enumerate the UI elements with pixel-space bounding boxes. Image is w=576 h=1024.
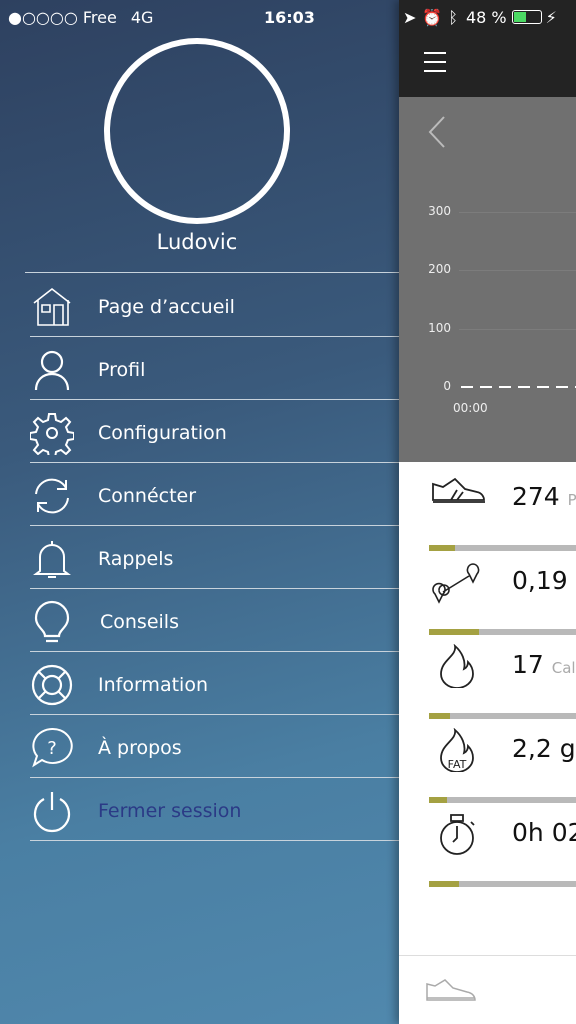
avatar[interactable] [104, 38, 290, 224]
menu-item-home[interactable]: Page d’accueil [0, 275, 399, 338]
bell-icon [33, 540, 71, 578]
main-panel: ➤ ⏰ ᛒ 48 % ⚡ 300 200 100 0 00:00 274 Po 0,19… [399, 0, 576, 1024]
fat-flame-icon: FAT [440, 728, 474, 772]
menu-item-lightbulb[interactable]: Conseils [0, 590, 399, 653]
user-name: Ludovic [156, 230, 238, 254]
stat-row[interactable]: 17 Calo [399, 632, 576, 719]
route-icon [432, 563, 480, 604]
y-tick-label: 300 [428, 204, 451, 218]
menu-item-lifebuoy[interactable]: Information [0, 653, 399, 716]
stat-row[interactable]: FAT 2,2 g [399, 716, 576, 803]
gear-icon [30, 412, 74, 455]
network-text: 4G [130, 7, 154, 27]
stopwatch-icon [440, 814, 475, 855]
hamburger-menu-icon[interactable] [423, 50, 447, 74]
y-tick-label: 100 [428, 320, 451, 335]
svg-text:FAT: FAT [448, 758, 467, 771]
power-icon [33, 791, 71, 832]
divider [30, 399, 399, 400]
gridline [459, 270, 576, 272]
menu-item-label: Information [98, 673, 208, 696]
user-icon [34, 350, 70, 390]
lifebuoy-icon [31, 664, 73, 705]
stat-row[interactable]: 0h 02 [399, 800, 576, 887]
status-time: 16:03 [264, 7, 315, 27]
stat-value: 17 Calo [512, 650, 576, 679]
status-right: ➤ ⏰ ᛒ 48 % ⚡ [403, 0, 557, 34]
lightbulb-icon [34, 600, 70, 642]
stat-value: 274 Po [512, 482, 576, 511]
stat-value: 0,19 k [512, 566, 576, 595]
divider [30, 714, 399, 715]
menu-item-label: À propos [98, 736, 182, 759]
menu-item-power[interactable]: Fermer session [0, 779, 399, 842]
menu-item-bell[interactable]: Rappels [0, 527, 399, 590]
carrier-text: ●○○○○ Free [8, 7, 117, 27]
divider [30, 651, 399, 652]
divider [30, 777, 399, 778]
battery-icon [511, 10, 542, 24]
menu-item-gear[interactable]: Configuration [0, 401, 399, 464]
shoe-icon [432, 477, 485, 503]
charging-icon: ⚡ [545, 7, 557, 27]
bluetooth-icon: ᛒ [448, 7, 458, 27]
bottom-tab-bar [399, 955, 576, 1024]
menu-item-label: Configuration [98, 421, 227, 444]
menu-item-label: Fermer session [98, 799, 242, 822]
question-icon: ? [32, 727, 73, 767]
divider [30, 588, 399, 589]
back-chevron-icon[interactable] [427, 115, 447, 149]
menu-item-sync[interactable]: Connécter [0, 464, 399, 527]
gridline [459, 328, 576, 330]
activity-chart: 300 200 100 0 00:00 [399, 97, 576, 462]
alarm-icon: ⏰ [422, 7, 443, 27]
shoe-tab-icon[interactable] [423, 978, 479, 1006]
flame-icon [440, 644, 474, 688]
stat-row[interactable]: 0,19 k [399, 548, 576, 635]
menu-item-label: Profil [98, 358, 146, 381]
data-line [461, 386, 576, 388]
battery-percent: 48 % [465, 7, 507, 27]
divider [30, 525, 399, 526]
x-tick-label: 00:00 [453, 401, 488, 415]
stat-value: 0h 02 [512, 818, 576, 847]
divider [25, 272, 399, 273]
sync-icon [35, 478, 69, 513]
y-tick-label: 200 [428, 262, 451, 277]
stat-value: 2,2 g [512, 734, 576, 763]
progress-bar [429, 881, 576, 887]
menu-item-question[interactable]: ? À propos [0, 716, 399, 779]
menu-item-label: Conseils [100, 610, 179, 633]
stat-row[interactable]: 274 Po [399, 464, 576, 551]
home-icon [33, 287, 71, 326]
menu-item-label: Page d’accueil [98, 295, 235, 318]
menu-item-label: Connécter [98, 484, 197, 507]
menu-item-user[interactable]: Profil [0, 338, 399, 401]
status-carrier: ●○○○○ Free 4G [8, 0, 153, 34]
y-tick-label: 0 [443, 379, 451, 393]
divider [30, 336, 399, 337]
divider [30, 462, 399, 463]
svg-text:?: ? [47, 738, 57, 759]
menu-item-label: Rappels [98, 547, 174, 570]
navigation-drawer: ●○○○○ Free 4G 16:03 Ludovic Page d’accuei… [0, 0, 399, 1024]
divider [30, 840, 399, 841]
location-arrow-icon: ➤ [403, 7, 417, 27]
gridline [459, 212, 576, 213]
